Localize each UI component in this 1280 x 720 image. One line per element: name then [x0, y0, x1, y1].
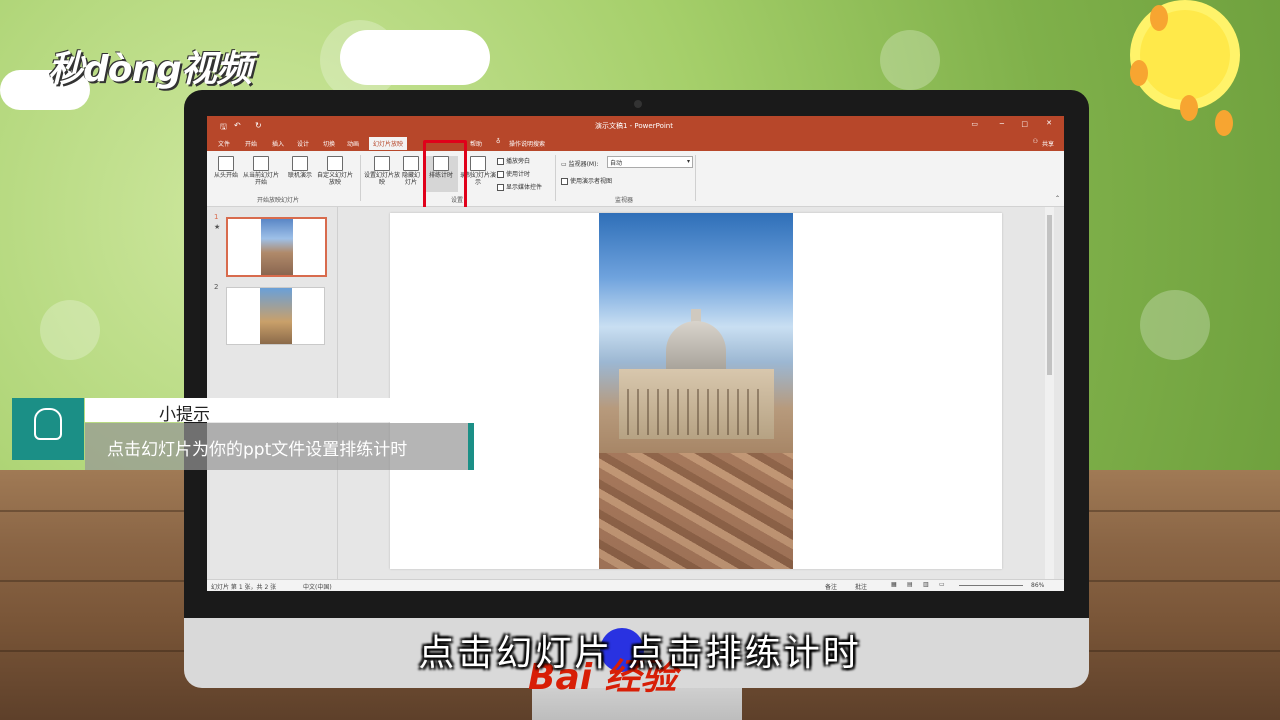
- status-bar: 幻灯片 第 1 张，共 2 张 中文(中国) 备注 批注 ▦ ▤ ▥ ▭ 86%: [207, 579, 1064, 591]
- bokeh: [880, 30, 940, 90]
- tab-help[interactable]: 帮助: [470, 139, 482, 148]
- tab-transitions[interactable]: 切换: [323, 139, 335, 148]
- tip-title: 小提示: [159, 405, 210, 425]
- notes-button[interactable]: 备注: [825, 582, 837, 591]
- slide-image[interactable]: [599, 213, 793, 569]
- hide-slide-button[interactable]: 隐藏幻灯片: [400, 156, 422, 186]
- sun-ray: [1180, 95, 1198, 121]
- custom-show-button[interactable]: 自定义幻灯片放映: [317, 156, 353, 186]
- slide-thumbnail[interactable]: [226, 287, 325, 345]
- tell-me-search[interactable]: 操作说明搜索: [509, 139, 545, 148]
- close-button[interactable]: ✕: [1046, 119, 1052, 127]
- vertical-scrollbar[interactable]: [1045, 207, 1054, 579]
- zoom-level[interactable]: 86%: [1031, 582, 1044, 589]
- sun-ray: [1215, 110, 1233, 136]
- from-current-button[interactable]: 从当前幻灯片开始: [241, 156, 281, 186]
- show-media-checkbox[interactable]: 显示媒体控件: [497, 182, 542, 191]
- zoom-slider[interactable]: [959, 585, 1023, 586]
- language[interactable]: 中文(中国): [303, 582, 332, 591]
- powerpoint-window: 🖫 ↶ ↻ 演示文稿1 - PowerPoint ▭ ─ □ ✕ 文件 开始 插…: [207, 116, 1064, 591]
- ribbon-display-icon[interactable]: ▭: [971, 120, 978, 128]
- reading-view-icon[interactable]: ▥: [923, 581, 929, 588]
- tab-design[interactable]: 设计: [297, 139, 309, 148]
- slide-editor: [338, 207, 1054, 579]
- tip-icon-box: [12, 398, 84, 460]
- logo: 秒dòng视频: [48, 49, 252, 90]
- tab-slideshow[interactable]: 幻灯片放映: [369, 137, 408, 150]
- hide-icon: [403, 156, 419, 171]
- person-icon: ⚇: [1032, 138, 1038, 145]
- setup-icon: [374, 156, 390, 171]
- monitor-select[interactable]: 自动 ▾: [607, 156, 693, 168]
- group-label-monitor: 监视器: [615, 197, 634, 204]
- tip-body-bar: 点击幻灯片为你的ppt文件设置排练计时: [85, 423, 470, 470]
- tip-title-bar: 小提示: [85, 398, 400, 425]
- lightbulb-icon: ♁: [496, 138, 501, 145]
- slideshow-icon: [218, 156, 234, 171]
- tab-insert[interactable]: 插入: [272, 139, 284, 148]
- presenter-view-checkbox[interactable]: 使用演示者视图: [561, 176, 612, 185]
- share-button[interactable]: 共享: [1042, 139, 1054, 148]
- slide-count: 幻灯片 第 1 张，共 2 张: [211, 584, 277, 591]
- divider: [360, 155, 361, 201]
- from-start-button[interactable]: 从头开始: [211, 156, 241, 179]
- slideshow-view-icon[interactable]: ▭: [939, 581, 945, 588]
- monitor-icon: ▭: [561, 161, 567, 168]
- divider: [695, 155, 696, 201]
- minimize-button[interactable]: ─: [1000, 120, 1004, 128]
- redo-icon[interactable]: ↻: [255, 121, 262, 130]
- thumbnail-pane: 1 ★ 2: [207, 207, 338, 579]
- tab-animations[interactable]: 动画: [347, 139, 359, 148]
- video-subtitle: 点击幻灯片 点击排练计时: [418, 633, 862, 674]
- play-narration-checkbox[interactable]: 播放旁白: [497, 156, 530, 165]
- use-timing-checkbox[interactable]: 使用计时: [497, 169, 530, 178]
- ribbon-tabs: 文件 开始 插入 设计 切换 动画 幻灯片放映 帮助 ♁ 操作说明搜索 ⚇ 共享: [207, 135, 1064, 151]
- setup-show-button[interactable]: 设置幻灯片放映: [364, 156, 400, 186]
- window-title: 演示文稿1 - PowerPoint: [595, 122, 673, 130]
- slide-number: 1: [214, 213, 219, 221]
- sun-ray: [1150, 5, 1168, 31]
- bokeh: [40, 300, 100, 360]
- divider: [555, 155, 556, 201]
- slide-number: 2: [214, 283, 219, 291]
- ribbon: 从头开始 从当前幻灯片开始 联机演示 自定义幻灯片放映 开始放映幻灯片 设置幻灯…: [207, 151, 1064, 207]
- collapse-ribbon-icon[interactable]: ⌃: [1055, 195, 1060, 202]
- tab-home[interactable]: 开始: [245, 139, 257, 148]
- record-icon: [470, 156, 486, 171]
- undo-icon[interactable]: ↶: [234, 121, 241, 130]
- tip-accent: [468, 423, 474, 470]
- tab-file[interactable]: 文件: [218, 139, 230, 148]
- sorter-view-icon[interactable]: ▤: [907, 581, 913, 588]
- comments-button[interactable]: 批注: [855, 582, 867, 591]
- tip-body: 点击幻灯片为你的ppt文件设置排练计时: [107, 440, 408, 460]
- online-icon: [292, 156, 308, 171]
- chevron-down-icon: ▾: [686, 158, 690, 165]
- slide-canvas[interactable]: [390, 213, 1002, 569]
- camera-icon: [634, 100, 642, 108]
- title-bar: 🖫 ↶ ↻ 演示文稿1 - PowerPoint ▭ ─ □ ✕: [207, 116, 1064, 135]
- slide-thumbnail[interactable]: [226, 217, 327, 277]
- bokeh: [1140, 290, 1210, 360]
- online-present-button[interactable]: 联机演示: [285, 156, 315, 179]
- normal-view-icon[interactable]: ▦: [891, 581, 897, 588]
- monitor-label: ▭ 监视器(M):: [561, 161, 599, 168]
- lightbulb-icon: [34, 408, 62, 440]
- sun-ray: [1130, 60, 1148, 86]
- cloud: [340, 30, 490, 85]
- save-icon[interactable]: 🖫: [220, 121, 227, 135]
- group-label-start: 开始放映幻灯片: [257, 197, 300, 204]
- custom-show-icon: [327, 156, 343, 171]
- animation-star-icon: ★: [214, 223, 221, 231]
- maximize-button[interactable]: □: [1021, 120, 1028, 128]
- highlight-rehearse: [423, 140, 467, 214]
- slideshow-current-icon: [253, 156, 269, 171]
